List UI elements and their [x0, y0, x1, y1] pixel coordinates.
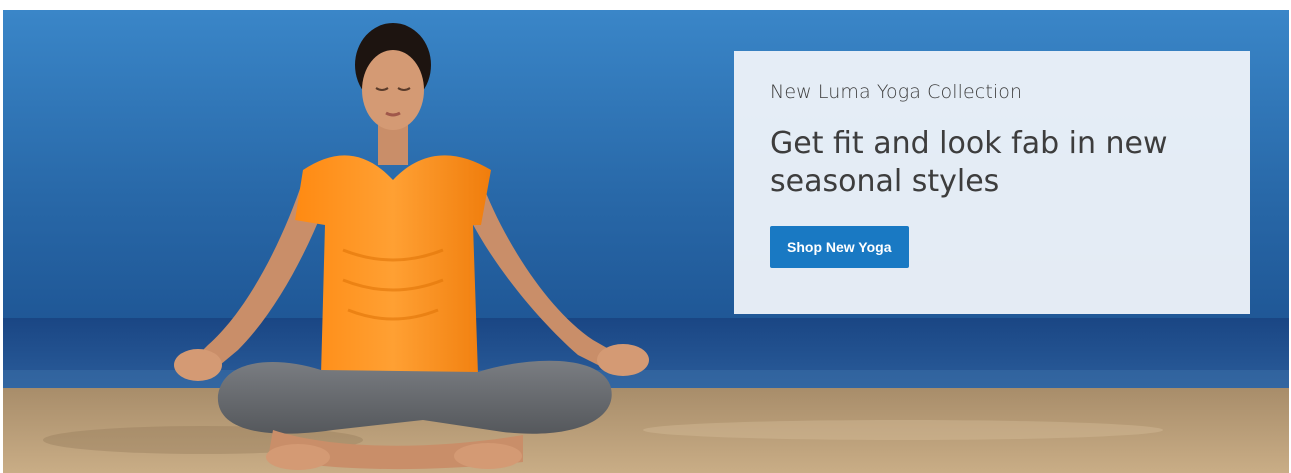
promo-headline: Get fit and look fab in new seasonal sty… [770, 126, 1168, 199]
shop-new-yoga-button[interactable]: Shop New Yoga [770, 226, 909, 268]
promo-kicker: New Luma Yoga Collection [770, 81, 1023, 103]
hero-banner[interactable]: New Luma Yoga Collection Get fit and loo… [3, 10, 1289, 473]
promo-card: New Luma Yoga Collection Get fit and loo… [734, 51, 1250, 314]
